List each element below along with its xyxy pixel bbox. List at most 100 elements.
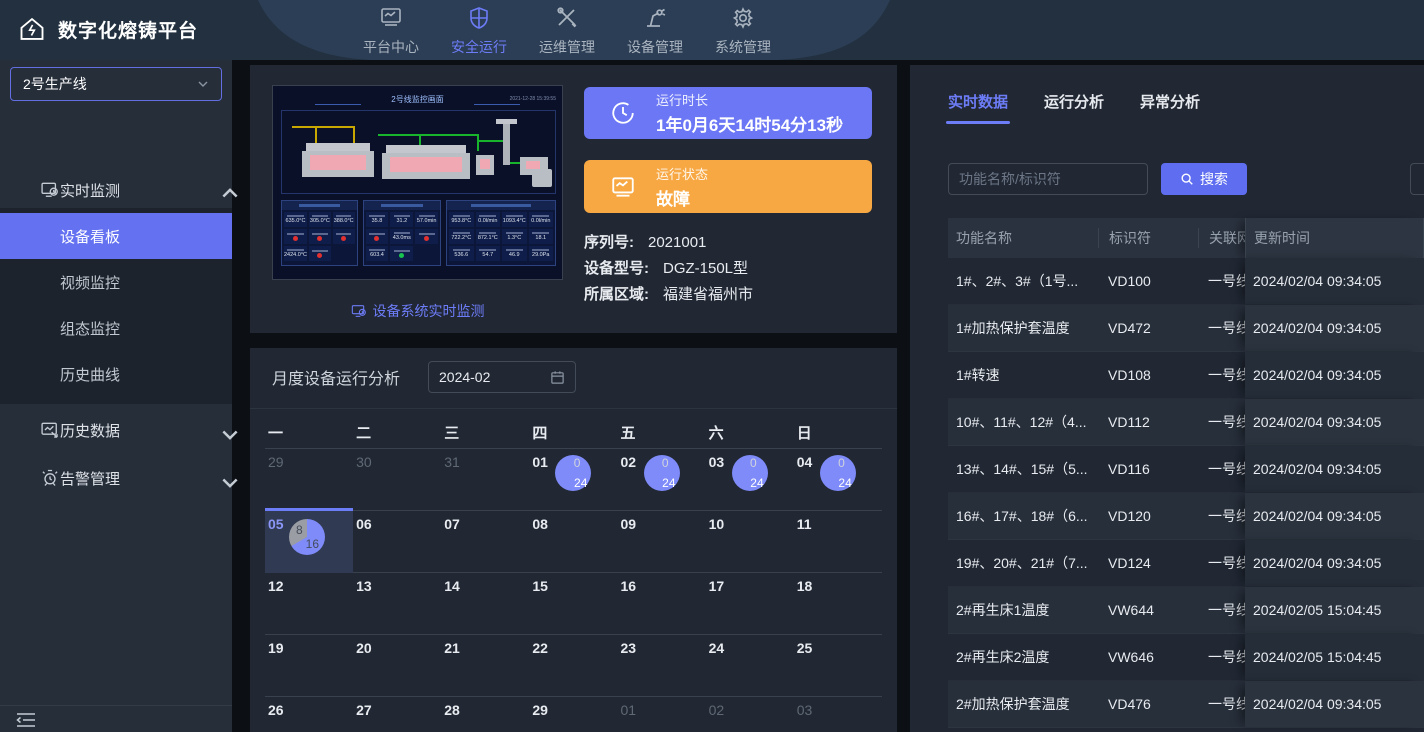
sidebar-group-2[interactable]: 历史数据 — [0, 412, 232, 448]
table-row[interactable]: 19#、20#、21#（7...VD124一号线2024/02/04 09:34… — [948, 540, 1424, 587]
table-row[interactable]: 13#、14#、15#（5...VD116一号线2024/02/04 09:34… — [948, 446, 1424, 493]
sidebar-item-3[interactable]: 组态监控 — [0, 305, 232, 351]
sidebar-group-label: 实时监测 — [60, 180, 120, 201]
day-number: 22 — [532, 640, 548, 656]
calendar-day-10[interactable]: 10 — [706, 511, 794, 573]
search-icon — [1180, 172, 1194, 186]
calendar-day-23[interactable]: 23 — [618, 635, 706, 697]
search-button[interactable]: 搜索 — [1161, 163, 1247, 195]
status-value: 故障 — [656, 185, 708, 210]
tab-3[interactable]: 异常分析 — [1140, 91, 1200, 124]
device-realtime-monitor-link[interactable]: 设备系统实时监测 — [272, 301, 563, 321]
calendar-day-15[interactable]: 15 — [529, 573, 617, 635]
calendar-day-26[interactable]: 26 — [265, 697, 353, 732]
decorative-label-bar — [394, 250, 410, 252]
scada-value-cell — [366, 229, 389, 244]
tab-1[interactable]: 实时数据 — [948, 91, 1008, 124]
runtime-pie: 816 — [289, 519, 325, 555]
scada-value-cell: 18.1 — [529, 229, 553, 244]
calendar-day-11[interactable]: 11 — [794, 511, 882, 573]
decorative-label-bar — [312, 250, 327, 252]
scada-panel: 953.8°C0.0l/min1093.4°C0.0l/min722.2°C87… — [446, 200, 556, 266]
calendar-day-02[interactable]: 02 — [706, 697, 794, 732]
sidebar-item-2[interactable]: 视频监控 — [0, 259, 232, 305]
search-input[interactable] — [948, 163, 1148, 195]
calendar-day-25[interactable]: 25 — [794, 635, 882, 697]
calendar-day-18[interactable]: 18 — [794, 573, 882, 635]
calendar-day-16[interactable]: 16 — [618, 573, 706, 635]
calendar-day-14[interactable]: 14 — [441, 573, 529, 635]
calendar-day-28[interactable]: 28 — [441, 697, 529, 732]
sidebar-group-1[interactable]: 实时监测 — [0, 172, 232, 208]
decorative-label-bar — [453, 215, 470, 217]
calendar-day-27[interactable]: 27 — [353, 697, 441, 732]
scada-value-cell — [309, 246, 331, 261]
calendar-day-12[interactable]: 12 — [265, 573, 353, 635]
scada-value-cell: 54.7 — [476, 246, 500, 261]
tab-2[interactable]: 运行分析 — [1044, 91, 1104, 124]
calendar-day-24[interactable]: 24 — [706, 635, 794, 697]
calendar-day-13[interactable]: 13 — [353, 573, 441, 635]
clipped-input[interactable] — [1410, 163, 1424, 195]
table-row[interactable]: 2#加热保护套温度VD476一号线2024/02/04 09:34:05 — [948, 681, 1424, 728]
production-line-select[interactable]: 2号生产线 — [10, 67, 222, 101]
sidebar-group-3[interactable]: 告警管理 — [0, 460, 232, 496]
weekday-header-row: 一二三四五六日 — [265, 414, 882, 448]
calendar-day-07[interactable]: 07 — [441, 511, 529, 573]
nav-item-platform[interactable]: 平台中心 — [356, 6, 426, 57]
scada-value-cell: 388.0°C — [333, 212, 355, 227]
calendar-day-31[interactable]: 31 — [441, 449, 529, 511]
decorative-label-bar — [453, 232, 470, 234]
calendar-day-29[interactable]: 29 — [529, 697, 617, 732]
calendar-day-03[interactable]: 03 — [794, 697, 882, 732]
scada-timestamp: 2021-12-28 15:39:55 — [510, 96, 556, 102]
calendar-day-06[interactable]: 06 — [353, 511, 441, 573]
calendar-day-01[interactable]: 01 — [618, 697, 706, 732]
calendar-day-20[interactable]: 20 — [353, 635, 441, 697]
decorative-bar — [299, 204, 340, 207]
day-number: 28 — [444, 702, 460, 718]
menu-fold-icon[interactable] — [16, 712, 36, 728]
calendar-day-21[interactable]: 21 — [441, 635, 529, 697]
nav-item-shield[interactable]: 安全运行 — [444, 6, 514, 57]
calendar-day-30[interactable]: 30 — [353, 449, 441, 511]
weekday-label: 四 — [529, 414, 617, 448]
table-row[interactable]: 10#、11#、12#（4...VD112一号线2024/02/04 09:34… — [948, 399, 1424, 446]
pie-run-hours: 24 — [838, 476, 851, 490]
runtime-pie: 024 — [555, 455, 591, 491]
calendar-day-09[interactable]: 09 — [618, 511, 706, 573]
decorative-label-bar — [394, 232, 410, 234]
calendar-day-03[interactable]: 03024 — [706, 449, 794, 511]
decorative-label-bar — [312, 215, 327, 217]
cell-id: VD476 — [1098, 696, 1198, 712]
scada-value-cell: 722.2°C — [449, 229, 473, 244]
calendar-day-01[interactable]: 01024 — [529, 449, 617, 511]
table-row[interactable]: 1#转速VD108一号线2024/02/04 09:34:05 — [948, 352, 1424, 399]
month-picker[interactable]: 2024-02 — [428, 361, 576, 393]
table-row[interactable]: 16#、17#、18#（6...VD120一号线2024/02/04 09:34… — [948, 493, 1424, 540]
table-row[interactable]: 1#加热保护套温度VD472一号线2024/02/04 09:34:05 — [948, 305, 1424, 352]
sidebar-item-4[interactable]: 历史曲线 — [0, 351, 232, 397]
cell-time: 2024/02/04 09:34:05 — [1245, 305, 1424, 351]
nav-item-tools[interactable]: 运维管理 — [532, 6, 602, 57]
table-row[interactable]: 1#、2#、3#（1号...VD100一号线2024/02/04 09:34:0… — [948, 258, 1424, 305]
nav-item-robot-arm[interactable]: 设备管理 — [620, 6, 690, 57]
calendar-day-04[interactable]: 04024 — [794, 449, 882, 511]
table-row[interactable]: 2#再生床2温度VW646一号线2024/02/05 15:04:45 — [948, 634, 1424, 681]
calendar-day-05[interactable]: 05816 — [265, 508, 353, 573]
scada-value-cell: 536.6 — [449, 246, 473, 261]
shield-icon — [467, 6, 491, 35]
sidebar: 2号生产线 实时监测设备看板视频监控组态监控历史曲线历史数据告警管理 — [0, 60, 232, 732]
calendar-day-08[interactable]: 08 — [529, 511, 617, 573]
calendar-day-02[interactable]: 02024 — [618, 449, 706, 511]
calendar-day-17[interactable]: 17 — [706, 573, 794, 635]
scada-screenshot[interactable]: 2号线监控画面 2021-12-28 15:39:55 — [272, 85, 563, 280]
pie-run-hours: 24 — [574, 476, 587, 490]
sidebar-item-1[interactable]: 设备看板 — [0, 213, 232, 259]
calendar-day-22[interactable]: 22 — [529, 635, 617, 697]
day-number: 29 — [268, 454, 284, 470]
calendar-day-29[interactable]: 29 — [265, 449, 353, 511]
calendar-day-19[interactable]: 19 — [265, 635, 353, 697]
nav-item-gear[interactable]: 系统管理 — [708, 6, 778, 57]
table-row[interactable]: 2#再生床1温度VW644一号线2024/02/05 15:04:45 — [948, 587, 1424, 634]
